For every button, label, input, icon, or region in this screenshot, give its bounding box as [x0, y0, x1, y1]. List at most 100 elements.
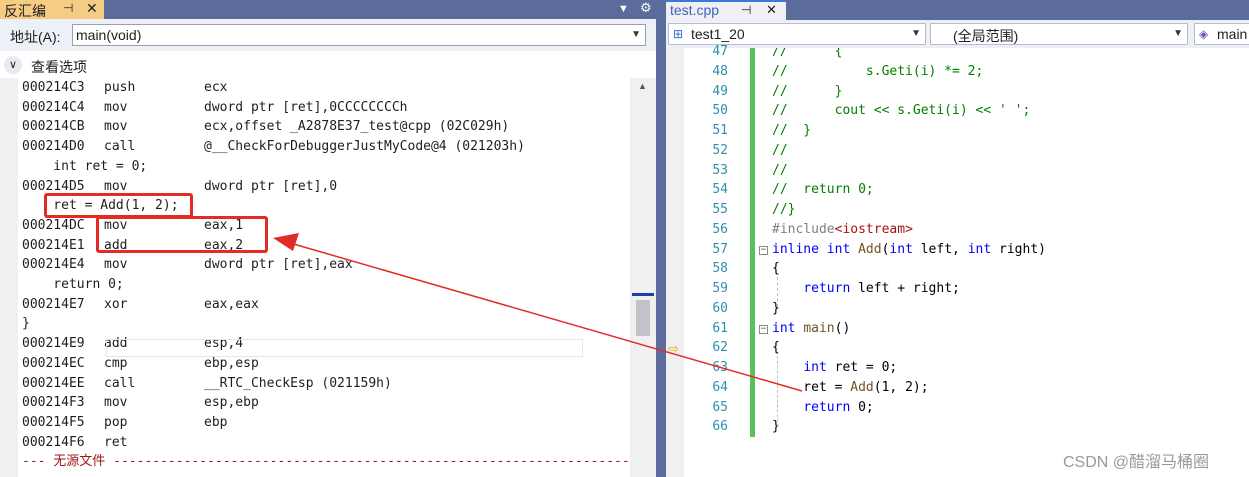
disassembly-listing[interactable]: 000214C3 push ecx 000214C4 mov dword ptr [ret… — [18, 78, 630, 477]
pin-icon[interactable]: ⊣ — [63, 1, 73, 15]
tab-test-cpp-title: test.cpp — [670, 2, 720, 18]
tab-disassembly[interactable]: 反汇编 ⊣ ✕ — [0, 0, 104, 19]
code-line: inline int Add(int left, int right) — [772, 241, 1046, 257]
instruction-mnemonic: ret — [104, 434, 128, 450]
editor-tab-bar: test.cpp ⊣ ✕ — [666, 0, 1249, 20]
line-number: 62 — [712, 340, 728, 356]
address-value: main(void) — [76, 27, 142, 43]
scroll-position-marker — [632, 293, 654, 296]
instruction-operands: esp,ebp — [204, 395, 259, 411]
line-number: 59 — [712, 281, 728, 296]
code-line: // s.Geti(i) *= 2; — [772, 63, 984, 79]
chevron-down-icon[interactable]: ∨ — [4, 56, 22, 74]
gear-icon[interactable]: ⚙ — [640, 0, 652, 16]
code-line: #include<iostream> — [772, 221, 913, 237]
instruction-operands: __RTC_CheckEsp (021159h) — [204, 375, 392, 391]
instruction-address: 000214EE — [22, 375, 85, 391]
project-combobox-value: test1_20 — [691, 26, 745, 42]
chevron-down-icon[interactable]: ▼ — [631, 29, 641, 40]
collapse-icon[interactable]: − — [759, 245, 768, 255]
code-line: // } — [772, 83, 843, 99]
scope-combobox-value: (全局范围) — [953, 28, 1019, 44]
line-number: 50 — [712, 103, 728, 119]
code-line: return 0; — [803, 399, 874, 415]
line-number: 57 — [712, 241, 728, 257]
code-editor[interactable]: // {// s.Geti(i) *= 2; // } // cout << s.G… — [755, 48, 1249, 477]
disassembly-tab-bar: 反汇编 ⊣ ✕ ▼ ⚙ — [0, 0, 656, 19]
instruction-address: 000214DC — [22, 217, 85, 233]
line-number: 47 — [712, 44, 728, 59]
project-combobox[interactable]: ⊞ test1_20 ▼ — [668, 23, 926, 45]
source-line: int ret = 0; — [22, 158, 148, 174]
view-options-bar: ∨ 查看选项 — [0, 51, 656, 78]
member-combobox-value: main — [1217, 26, 1248, 42]
navigation-bar: ⊞ test1_20 ▼ (全局范围) ▼ ◈ main — [666, 20, 1249, 48]
line-number: 53 — [712, 162, 728, 178]
source-line: return 0; — [22, 277, 124, 292]
instruction-address: 000214F5 — [22, 414, 85, 430]
scope-combobox[interactable]: (全局范围) ▼ — [930, 23, 1188, 45]
line-number: 52 — [712, 142, 728, 158]
annotation-box-instructions — [96, 216, 268, 253]
line-number: 51 — [712, 123, 728, 138]
instruction-address: 000214C4 — [22, 99, 85, 115]
line-number: 65 — [712, 399, 728, 415]
instruction-address: 000214E9 — [22, 336, 85, 352]
instruction-operands: ecx,offset _A2878E37_test@cpp (02C029h) — [204, 119, 510, 135]
window-dropdown-icon[interactable]: ▼ — [618, 3, 629, 15]
no-source-separator: --- 无源文件 -------------------------------… — [22, 454, 630, 470]
code-line: // cout << s.Geti(i) << ' '; — [772, 103, 1031, 119]
instruction-operands: dword ptr [ret],0 — [204, 178, 338, 194]
vertical-scrollbar[interactable]: ▲ — [630, 78, 656, 477]
code-line: } — [772, 419, 780, 435]
indent-guide — [777, 356, 778, 428]
indicator-margin[interactable]: ⇨ — [666, 48, 684, 477]
line-number: 55 — [712, 202, 728, 217]
collapse-icon[interactable]: − — [759, 324, 768, 334]
instruction-operands: dword ptr [ret],eax — [204, 257, 353, 273]
instruction-address: 000214EC — [22, 355, 85, 371]
source-line: } — [22, 316, 30, 332]
disassembly-gutter — [0, 78, 18, 477]
instruction-address: 000214D0 — [22, 139, 85, 155]
line-number: 48 — [712, 63, 728, 79]
scrollbar-thumb[interactable] — [636, 300, 650, 336]
pin-icon[interactable]: ⊣ — [741, 3, 751, 17]
close-icon[interactable]: ✕ — [766, 2, 777, 18]
code-line: int ret = 0; — [803, 360, 898, 375]
line-number: 58 — [712, 261, 728, 277]
instruction-mnemonic: mov — [104, 99, 128, 115]
close-icon[interactable]: ✕ — [86, 0, 98, 17]
chevron-down-icon[interactable]: ▼ — [1173, 28, 1183, 39]
panel-divider[interactable] — [656, 0, 666, 477]
code-line: // return 0; — [772, 182, 874, 198]
tab-test-cpp[interactable]: test.cpp ⊣ ✕ — [666, 0, 786, 20]
code-line: // } — [772, 123, 812, 138]
line-number: 49 — [712, 83, 728, 99]
instruction-address: 000214E1 — [22, 237, 85, 253]
code-line: ret = Add(1, 2); — [772, 379, 929, 395]
instruction-operands: ebp — [204, 414, 228, 430]
instruction-address: 000214CB — [22, 119, 85, 135]
scroll-up-icon[interactable]: ▲ — [638, 81, 647, 91]
editor-panel: test.cpp ⊣ ✕ ⊞ test1_20 ▼ (全局范围) ▼ ◈ mai… — [666, 0, 1249, 477]
address-label: 地址(A): — [10, 29, 61, 45]
instruction-address: 000214F6 — [22, 434, 85, 450]
instruction-mnemonic: xor — [104, 296, 128, 312]
watermark: CSDN @醋溜马桶圈 — [1063, 454, 1210, 471]
line-number-gutter: 47 48 49 50 51 52 53 54 55 56 57 58 59 60 61 62 63 64 65 66 — [684, 44, 750, 477]
code-line: } — [772, 300, 780, 316]
line-number: 66 — [712, 419, 728, 435]
instruction-address: 000214E7 — [22, 296, 85, 312]
instruction-mnemonic: mov — [104, 119, 128, 135]
view-options-label[interactable]: 查看选项 — [31, 57, 87, 77]
code-line: // — [772, 162, 788, 178]
member-combobox[interactable]: ◈ main — [1194, 23, 1249, 45]
line-number: 54 — [712, 182, 728, 198]
instruction-address: 000214F3 — [22, 395, 85, 411]
instruction-operands: ecx — [204, 80, 228, 95]
chevron-down-icon[interactable]: ▼ — [911, 28, 921, 39]
address-combobox[interactable]: main(void) ▼ — [72, 24, 646, 46]
instruction-operands: eax,eax — [204, 296, 259, 312]
code-line: //} — [772, 202, 796, 217]
